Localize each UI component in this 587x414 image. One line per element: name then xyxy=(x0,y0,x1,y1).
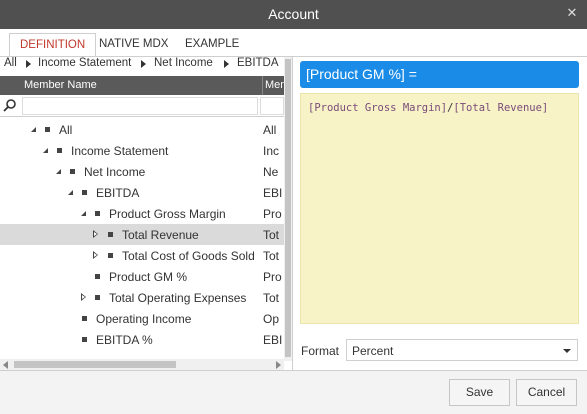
tree-row-label: EBITDA xyxy=(96,186,140,200)
tree-row-label: Total Operating Expenses xyxy=(109,291,247,305)
tree-row-label: Product GM % xyxy=(109,270,188,284)
scroll-left-icon[interactable] xyxy=(3,361,8,369)
formula-target: [Product GM %] = xyxy=(306,66,417,82)
chevron-down-icon xyxy=(563,349,571,353)
panel-splitter[interactable] xyxy=(292,57,293,370)
formula-editor[interactable]: [Product Gross Margin]/[Total Revenue] xyxy=(300,93,579,324)
expanded-icon[interactable] xyxy=(68,190,73,195)
tree-row-selected[interactable]: Total Revenue Tot xyxy=(0,224,284,245)
member-panel: All Income Statement Net Income EBITDA M… xyxy=(0,57,292,370)
tree-row-label: Operating Income xyxy=(96,312,192,326)
horizontal-scrollbar[interactable] xyxy=(0,359,284,370)
formula-panel: [Product GM %] = [Product Gross Margin]/… xyxy=(300,57,580,370)
collapsed-icon[interactable] xyxy=(93,251,98,259)
member-bullet-icon xyxy=(95,295,100,300)
tree-row-member: EBI xyxy=(263,186,283,200)
horizontal-scroll-thumb[interactable] xyxy=(14,361,176,368)
tree-row[interactable]: All All xyxy=(0,119,284,140)
tree-row[interactable]: Net Income Ne xyxy=(0,161,284,182)
member-name-filter-input[interactable] xyxy=(22,97,258,115)
format-label: Format xyxy=(301,344,340,358)
member-bullet-icon xyxy=(82,337,87,342)
member-bullet-icon xyxy=(95,211,100,216)
tree-row[interactable]: EBITDA EBI xyxy=(0,182,284,203)
tree-row-label: Product Gross Margin xyxy=(109,207,226,221)
tree-row-label: Total Revenue xyxy=(122,228,199,242)
member-bullet-icon xyxy=(70,169,75,174)
tree-row-label: Total Cost of Goods Sold xyxy=(122,249,255,263)
tree-row-label: EBITDA % xyxy=(96,333,153,347)
formula-expression: [Product Gross Margin]/[Total Revenue] xyxy=(308,102,548,114)
formula-header: [Product GM %] = xyxy=(300,61,579,88)
window-title: Account xyxy=(268,6,319,22)
breadcrumb-item-all[interactable]: All xyxy=(4,57,17,69)
tree-row[interactable]: Product GM % Pro xyxy=(0,266,284,287)
member-bullet-icon xyxy=(82,190,87,195)
tree-row-member: Op xyxy=(263,312,280,326)
member-bullet-icon xyxy=(108,253,113,258)
formula-operand: [Total Revenue] xyxy=(453,102,549,114)
tree-row-member: Pro xyxy=(263,207,282,221)
tree-row[interactable]: Income Statement Inc xyxy=(0,140,284,161)
tree-row[interactable]: Total Cost of Goods Sold Tot xyxy=(0,245,284,266)
dialog-footer: Save Cancel xyxy=(0,371,587,414)
collapsed-icon[interactable] xyxy=(93,230,98,238)
chevron-right-icon xyxy=(141,60,146,68)
collapsed-icon[interactable] xyxy=(81,293,86,301)
format-value: Percent xyxy=(352,344,394,358)
tree-row[interactable]: Total Operating Expenses Tot xyxy=(0,287,284,308)
member-bullet-icon xyxy=(108,232,113,237)
cancel-button[interactable]: Cancel xyxy=(516,379,577,406)
format-row: Format Percent xyxy=(300,339,580,361)
breadcrumb-item-ebitda[interactable]: EBITDA xyxy=(237,57,279,69)
tree-row-member: Tot xyxy=(263,249,280,263)
member-bullet-icon xyxy=(82,316,87,321)
tab-example[interactable]: EXAMPLE xyxy=(175,33,249,57)
tree-row-member: EBI xyxy=(263,333,283,347)
tree-row-member: Tot xyxy=(263,228,280,242)
expanded-icon[interactable] xyxy=(43,148,48,153)
tab-strip: DEFINITION NATIVE MDX EXAMPLE xyxy=(0,29,587,57)
member-filter-input[interactable] xyxy=(260,97,284,115)
close-icon[interactable]: ✕ xyxy=(565,6,579,20)
expanded-icon[interactable] xyxy=(56,169,61,174)
tree-row-member: Pro xyxy=(263,270,282,284)
scroll-right-icon[interactable] xyxy=(276,361,281,369)
save-button[interactable]: Save xyxy=(449,379,510,406)
breadcrumb-item-income-statement[interactable]: Income Statement xyxy=(38,57,131,69)
formula-operand: [Product Gross Margin] xyxy=(308,102,448,114)
vertical-scroll-thumb[interactable] xyxy=(285,59,291,357)
expanded-icon[interactable] xyxy=(31,127,36,132)
member-bullet-icon xyxy=(57,148,62,153)
member-bullet-icon xyxy=(95,274,100,279)
tree-row[interactable]: EBITDA % EBI xyxy=(0,329,284,350)
chevron-right-icon xyxy=(26,60,31,68)
search-icon xyxy=(3,99,16,112)
format-select[interactable]: Percent xyxy=(346,339,578,361)
column-header-member[interactable]: Mem xyxy=(262,76,284,95)
tree-row-label: All xyxy=(59,123,73,137)
tree-row-member: Tot xyxy=(263,291,280,305)
breadcrumb-item-net-income[interactable]: Net Income xyxy=(154,57,213,69)
chevron-right-icon xyxy=(224,60,229,68)
tree-row-member: Inc xyxy=(263,144,280,158)
member-bullet-icon xyxy=(45,127,50,132)
column-header-member-name[interactable]: Member Name xyxy=(24,79,97,91)
title-bar: Account ✕ xyxy=(0,0,587,29)
tab-native-mdx[interactable]: NATIVE MDX xyxy=(89,33,178,57)
tab-definition[interactable]: DEFINITION xyxy=(9,33,97,57)
grid-header: Member Name Mem xyxy=(0,76,284,95)
vertical-scrollbar[interactable] xyxy=(284,57,292,361)
tree-row-member: All xyxy=(263,123,277,137)
tree-row[interactable]: Product Gross Margin Pro xyxy=(0,203,284,224)
expanded-icon[interactable] xyxy=(81,211,86,216)
tree-row[interactable]: Operating Income Op xyxy=(0,308,284,329)
tree-row-member: Ne xyxy=(263,165,279,179)
tree-row-label: Net Income xyxy=(84,165,146,179)
member-tree: All All Income Statement Inc Net Income … xyxy=(0,119,284,359)
tree-row-label: Income Statement xyxy=(71,144,169,158)
breadcrumb: All Income Statement Net Income EBITDA xyxy=(0,57,292,73)
filter-row xyxy=(0,95,284,117)
